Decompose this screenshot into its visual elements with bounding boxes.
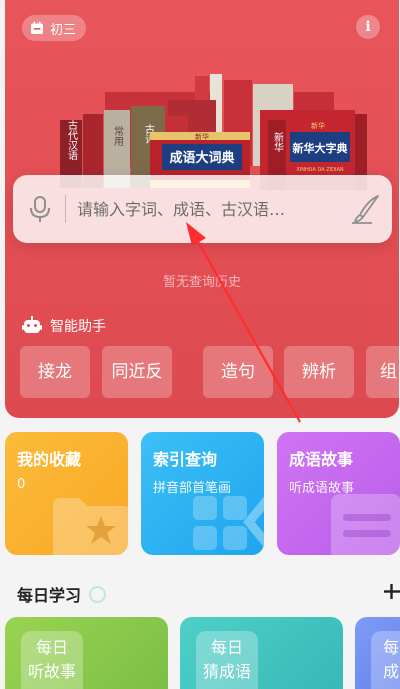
chip-zaoju[interactable]: 造句 bbox=[203, 346, 273, 398]
plus-icon[interactable] bbox=[383, 583, 400, 600]
chip-jielong[interactable]: 接龙 bbox=[20, 346, 90, 398]
book-center-title: 成语大词典 bbox=[169, 150, 234, 166]
card-stories-subtitle: 听成语故事 bbox=[289, 481, 355, 496]
dictionary-books-illustration: 古代汉语 常用 古诗 成语大词典 新华 新华 新华 新华大字典 XINHUA D… bbox=[60, 74, 367, 190]
book-right-pinyin: XINHUA DA ZIDIAN bbox=[296, 167, 343, 173]
daily-story-line1: 每日 bbox=[35, 638, 68, 657]
folder-star-icon bbox=[53, 498, 128, 555]
daily-card-third-label: 每 成 bbox=[371, 631, 400, 689]
daily-card-story[interactable]: 每日 听故事 bbox=[5, 617, 168, 689]
daily-story-line2: 听故事 bbox=[27, 662, 76, 681]
search-input[interactable] bbox=[77, 193, 337, 225]
hero-panel: 初三 i 古代汉语 常用 古诗 成语大词典 新华 新华 新华 新华大字典 XIN… bbox=[5, 0, 399, 418]
chip-tongjinfan[interactable]: 同近反 bbox=[102, 346, 172, 398]
daily-card-guess[interactable]: 每日 猜成语 bbox=[180, 617, 343, 689]
grid-icon bbox=[193, 496, 264, 550]
daily-third-line1: 每 bbox=[382, 638, 399, 657]
calendar-icon bbox=[31, 21, 43, 34]
daily-card-third[interactable]: 每 成 bbox=[355, 617, 400, 689]
grade-label: 初三 bbox=[50, 22, 77, 38]
book-right-spine: 新华 bbox=[272, 131, 284, 153]
robot-icon bbox=[22, 316, 42, 333]
assistant-label-text: 智能助手 bbox=[50, 319, 106, 335]
assistant-label: 智能助手 bbox=[22, 316, 106, 336]
book-right-publisher: 新华 bbox=[311, 121, 325, 130]
card-favorites[interactable]: 我的收藏 0 bbox=[5, 432, 128, 555]
info-icon: i bbox=[365, 19, 371, 35]
book-center-publisher: 新华 bbox=[195, 132, 209, 141]
card-stories-title: 成语故事 bbox=[289, 450, 354, 469]
card-index-title: 索引查询 bbox=[153, 450, 218, 469]
daily-card-story-label: 每日 听故事 bbox=[21, 631, 83, 689]
document-icon bbox=[331, 494, 400, 555]
grade-selector[interactable]: 初三 bbox=[22, 15, 87, 41]
book-spine-1: 古代汉语 bbox=[66, 119, 78, 161]
book-spine-2: 常用 bbox=[112, 125, 124, 147]
daily-third-line2: 成 bbox=[382, 662, 399, 681]
card-index-search[interactable]: 索引查询 拼音部首笔画 bbox=[141, 432, 264, 555]
search-bar[interactable] bbox=[13, 175, 392, 243]
daily-guess-line1: 每日 bbox=[210, 638, 243, 657]
daily-guess-line2: 猜成语 bbox=[202, 662, 251, 681]
card-favorites-title: 我的收藏 bbox=[17, 450, 82, 469]
card-idiom-stories[interactable]: 成语故事 听成语故事 bbox=[277, 432, 400, 555]
daily-card-guess-label: 每日 猜成语 bbox=[196, 631, 258, 689]
brush-icon[interactable] bbox=[350, 193, 382, 225]
card-index-subtitle: 拼音部首笔画 bbox=[153, 481, 232, 496]
loading-ring-icon bbox=[89, 585, 107, 603]
daily-title-text: 每日学习 bbox=[17, 586, 82, 605]
microphone-icon[interactable] bbox=[29, 195, 51, 223]
chip-zu[interactable]: 组 bbox=[366, 346, 399, 398]
daily-section-title: 每日学习 bbox=[17, 582, 107, 606]
card-favorites-count: 0 bbox=[17, 477, 26, 492]
chip-bianxi[interactable]: 辨析 bbox=[284, 346, 354, 398]
info-button[interactable]: i bbox=[356, 15, 380, 39]
book-right-title: 新华大字典 bbox=[293, 141, 348, 155]
history-empty-text: 暂无查询历史 bbox=[162, 275, 241, 290]
search-divider bbox=[65, 195, 66, 223]
